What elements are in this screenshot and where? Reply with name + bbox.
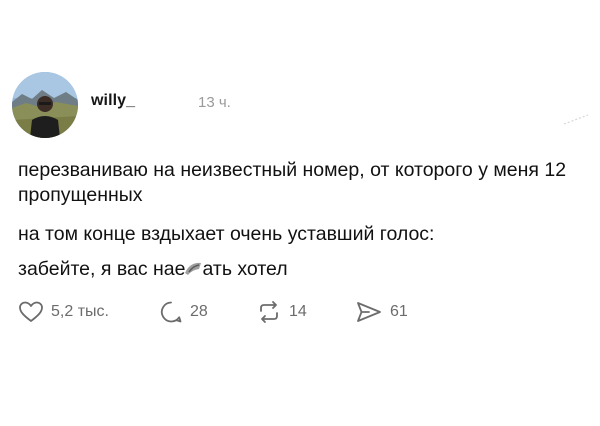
username[interactable]: willy_ bbox=[91, 92, 135, 110]
repost-icon bbox=[256, 300, 282, 324]
like-count: 5,2 тыс. bbox=[51, 303, 109, 320]
reply-count: 28 bbox=[190, 303, 208, 320]
like-button[interactable]: 5,2 тыс. bbox=[18, 298, 109, 326]
avatar-photo bbox=[12, 72, 78, 138]
share-button[interactable]: 61 bbox=[355, 298, 408, 326]
share-count: 61 bbox=[390, 303, 408, 320]
post-card: willy_ 13 ч. перезваниваю на неизвестный… bbox=[0, 0, 600, 426]
repost-count: 14 bbox=[289, 303, 307, 320]
post-text-line-1: перезваниваю на неизвестный номер, от ко… bbox=[18, 159, 567, 206]
censor-smudge-icon bbox=[184, 258, 202, 275]
post-text-line-3-end: ать хотел bbox=[202, 258, 288, 280]
more-icon[interactable] bbox=[562, 112, 590, 126]
avatar[interactable] bbox=[12, 72, 78, 138]
timestamp: 13 ч. bbox=[198, 94, 231, 111]
post-actions: 5,2 тыс. 28 14 61 bbox=[18, 298, 578, 326]
share-icon bbox=[355, 300, 383, 324]
repost-button[interactable]: 14 bbox=[256, 298, 307, 326]
reply-button[interactable]: 28 bbox=[159, 298, 208, 326]
post-text-line-2: на том конце вздыхает очень уставший гол… bbox=[18, 223, 435, 245]
post-text-line-3: забейте, я вас нае ать хотел bbox=[18, 257, 588, 282]
post-text-line-3-start: забейте, я вас нае bbox=[18, 258, 186, 280]
reply-icon bbox=[159, 300, 183, 324]
heart-icon bbox=[18, 300, 44, 324]
